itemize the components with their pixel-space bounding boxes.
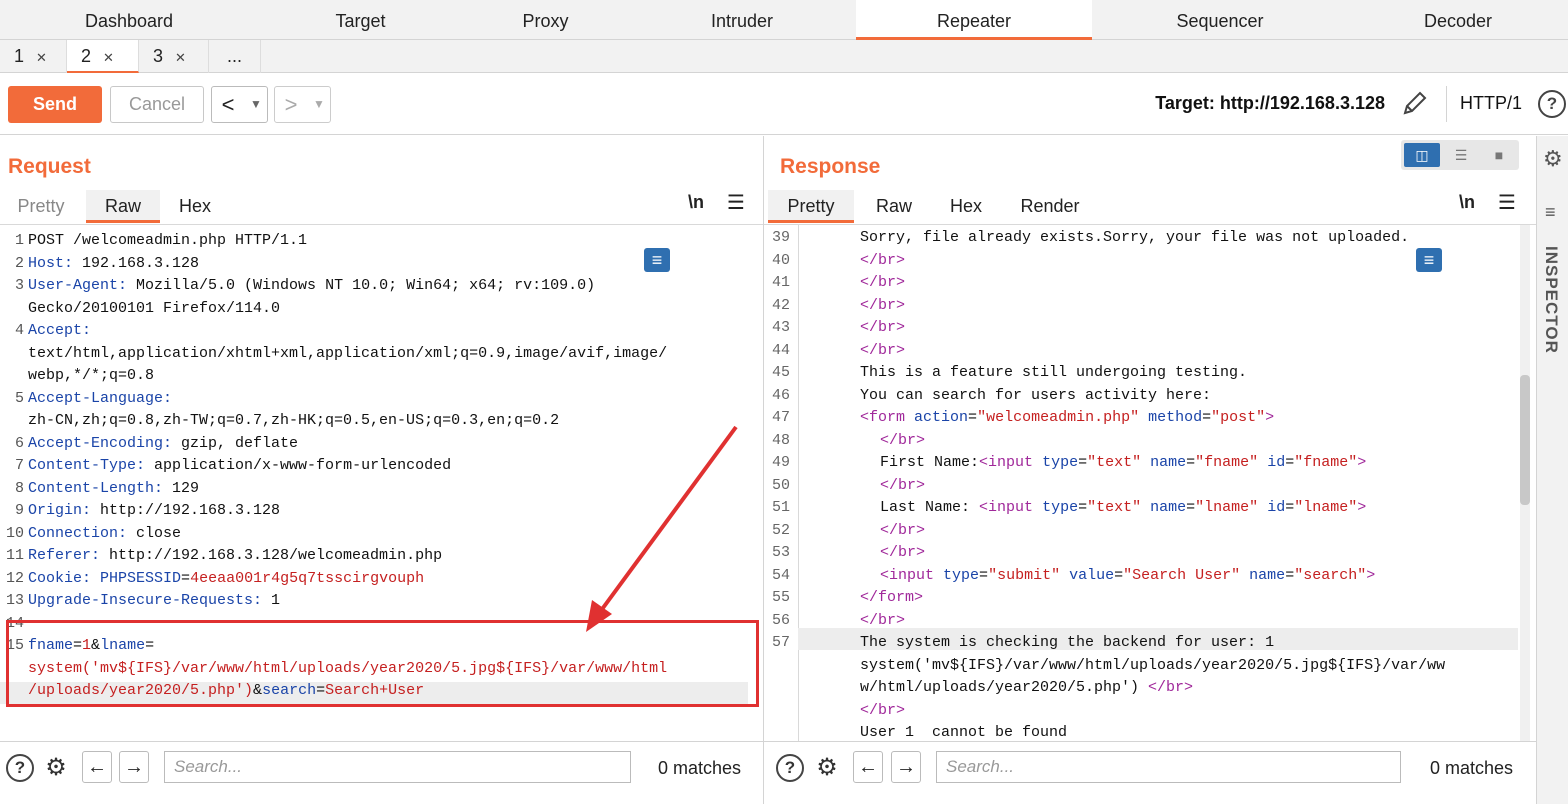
annotation-arrow [586,425,738,632]
